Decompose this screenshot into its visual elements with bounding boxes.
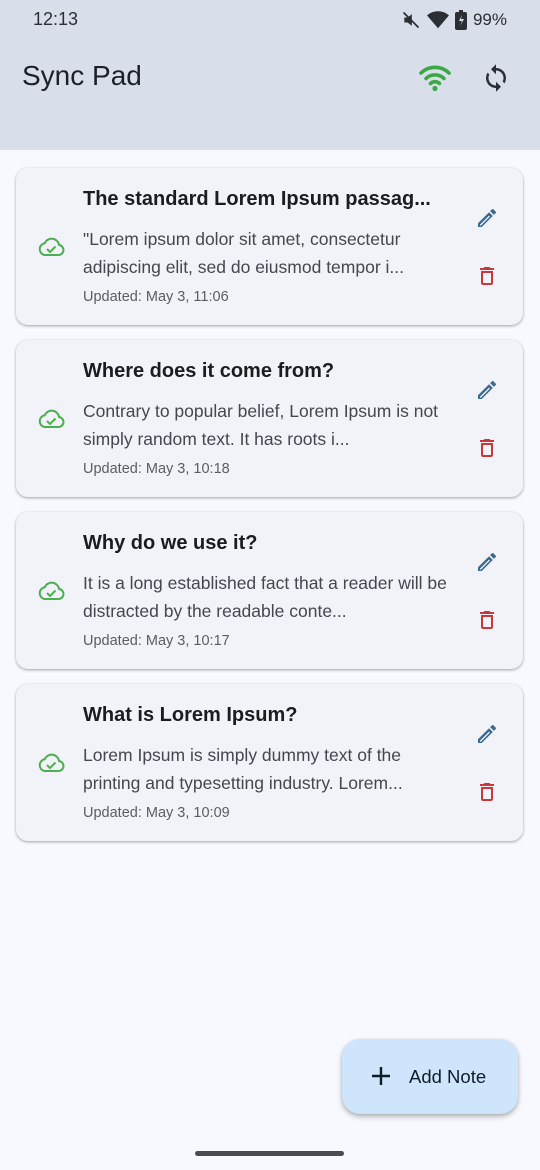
pencil-icon bbox=[478, 208, 497, 227]
note-body: Lorem Ipsum is simply dummy text of the … bbox=[83, 745, 403, 793]
note-title: The standard Lorem Ipsum passag... bbox=[83, 188, 431, 210]
status-icons: 99% bbox=[401, 8, 507, 32]
home-indicator[interactable] bbox=[195, 1151, 344, 1156]
plus-icon bbox=[372, 1067, 390, 1085]
note-updated: Updated: May 3, 10:18 bbox=[83, 461, 230, 477]
trash-icon bbox=[480, 439, 494, 457]
app-title: Sync Pad bbox=[22, 60, 142, 91]
status-time: 12:13 bbox=[33, 9, 79, 29]
wifi-icon bbox=[419, 65, 451, 92]
delete-button[interactable] bbox=[471, 432, 503, 464]
note-body: It is a long established fact that a rea… bbox=[83, 573, 447, 621]
mute-icon bbox=[401, 10, 421, 30]
wifi-status-button[interactable] bbox=[417, 60, 453, 96]
pencil-icon bbox=[478, 724, 497, 743]
edit-button[interactable] bbox=[471, 374, 503, 406]
note-title: Where does it come from? bbox=[83, 360, 335, 382]
delete-button[interactable] bbox=[471, 604, 503, 636]
edit-button[interactable] bbox=[471, 546, 503, 578]
note-updated: Updated: May 3, 10:09 bbox=[83, 805, 230, 821]
cloud-done-icon bbox=[38, 237, 65, 256]
trash-icon bbox=[480, 611, 494, 629]
pencil-icon bbox=[478, 380, 497, 399]
pencil-icon bbox=[478, 552, 497, 571]
sync-icon bbox=[486, 64, 506, 92]
add-note-button[interactable]: Add Note bbox=[342, 1039, 518, 1114]
edit-button[interactable] bbox=[471, 202, 503, 234]
battery-charging-icon bbox=[454, 10, 467, 30]
delete-button[interactable] bbox=[471, 260, 503, 292]
note-card[interactable]: Where does it come from? Contrary to pop… bbox=[16, 340, 523, 497]
cloud-done-icon bbox=[38, 409, 65, 428]
note-body: "Lorem ipsum dolor sit amet, consectetur… bbox=[83, 229, 404, 277]
delete-button[interactable] bbox=[471, 776, 503, 808]
wifi-signal-icon bbox=[426, 10, 449, 30]
note-title: Why do we use it? bbox=[83, 532, 258, 554]
cloud-done-icon bbox=[38, 753, 65, 772]
sync-button[interactable] bbox=[478, 60, 514, 96]
note-updated: Updated: May 3, 11:06 bbox=[83, 289, 229, 305]
note-card[interactable]: What is Lorem Ipsum? Lorem Ipsum is simp… bbox=[16, 684, 523, 841]
top-app-bar: 12:13 99% Sync Pad bbox=[0, 0, 540, 150]
edit-button[interactable] bbox=[471, 718, 503, 750]
note-card[interactable]: The standard Lorem Ipsum passag... "Lore… bbox=[16, 168, 523, 325]
note-card[interactable]: Why do we use it? It is a long establish… bbox=[16, 512, 523, 669]
note-title: What is Lorem Ipsum? bbox=[83, 704, 298, 726]
note-body: Contrary to popular belief, Lorem Ipsum … bbox=[83, 401, 439, 449]
note-updated: Updated: May 3, 10:17 bbox=[83, 633, 230, 649]
cloud-done-icon bbox=[38, 581, 65, 600]
trash-icon bbox=[480, 267, 494, 285]
status-bar: 12:13 99% bbox=[0, 0, 540, 40]
battery-percentage: 99% bbox=[472, 10, 507, 29]
trash-icon bbox=[480, 783, 494, 801]
add-note-label: Add Note bbox=[409, 1066, 487, 1087]
